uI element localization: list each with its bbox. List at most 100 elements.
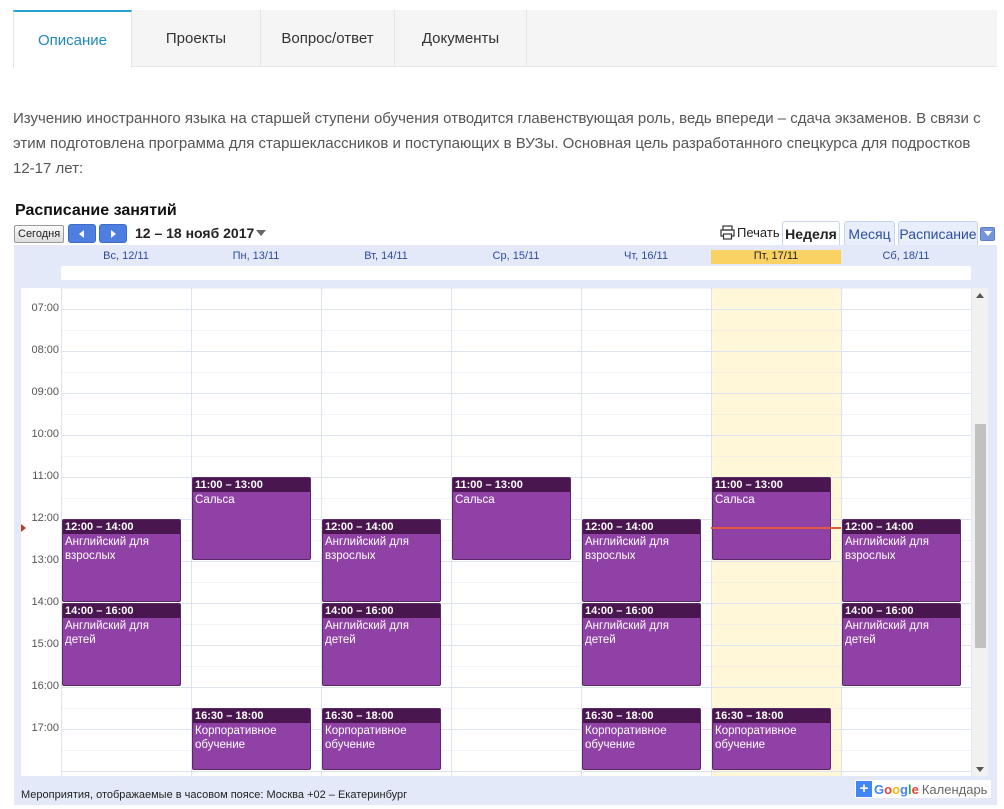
calendar-event[interactable]: 14:00 – 16:00 Английский для детей xyxy=(62,603,181,686)
printer-icon xyxy=(720,225,735,240)
calendar-event[interactable]: 12:00 – 14:00 Английский для взрослых xyxy=(62,519,181,602)
day-header[interactable]: Сб, 18/11 xyxy=(841,250,971,264)
current-time-line xyxy=(711,527,841,530)
description-text: Изучению иностранного языка на старшей с… xyxy=(13,110,981,177)
day-header[interactable]: Чт, 16/11 xyxy=(581,250,711,264)
event-title: Сальса xyxy=(195,494,235,506)
half-hour-line xyxy=(61,288,971,289)
tab-documents[interactable]: Документы xyxy=(395,10,527,67)
day-header[interactable]: Пн, 13/11 xyxy=(191,250,321,264)
hour-label: 14:00 xyxy=(31,596,59,608)
event-time: 16:30 – 18:00 xyxy=(323,709,440,723)
calendar-event[interactable]: 16:30 – 18:00 Корпоративное обучение xyxy=(192,708,311,770)
event-time: 16:30 – 18:00 xyxy=(713,709,830,723)
day-header[interactable]: Вт, 14/11 xyxy=(321,250,451,264)
event-time: 12:00 – 14:00 xyxy=(63,520,180,534)
hour-label: 07:00 xyxy=(31,302,59,314)
tab-bar: Описание Проекты Вопрос/ответ Документы xyxy=(13,10,997,68)
time-grid: 07:00 08:00 09:00 10:00 11:00 12:00 13:00 14:00… xyxy=(21,288,971,776)
hour-label: 09:00 xyxy=(31,386,59,398)
hour-label: 08:00 xyxy=(31,344,59,356)
tab-faq[interactable]: Вопрос/ответ xyxy=(261,10,395,67)
tab-description[interactable]: Описание xyxy=(13,10,132,68)
calendar-event[interactable]: 14:00 – 16:00 Английский для детей xyxy=(582,603,701,686)
calendar-event[interactable]: 14:00 – 16:00 Английский для детей xyxy=(842,603,961,686)
day-header[interactable]: Вс, 12/11 xyxy=(61,250,191,264)
half-hour-line xyxy=(61,666,971,667)
event-title: Сальса xyxy=(715,494,755,506)
tab-projects[interactable]: Проекты xyxy=(132,10,261,67)
today-button[interactable]: Сегодня xyxy=(14,225,65,243)
hour-label: 16:00 xyxy=(31,680,59,692)
calendar-event[interactable]: 12:00 – 14:00 Английский для взрослых xyxy=(322,519,441,602)
hour-label: 13:00 xyxy=(31,554,59,566)
calendar-event[interactable]: 16:30 – 18:00 Корпоративное обучение xyxy=(322,708,441,770)
hour-line xyxy=(61,771,971,772)
calendar-event[interactable]: 12:00 – 14:00 Английский для взрослых xyxy=(842,519,961,602)
print-button[interactable]: Печать xyxy=(720,225,780,240)
all-day-row xyxy=(61,266,971,280)
calendar-event[interactable]: 11:00 – 13:00 Сальса xyxy=(192,477,311,560)
event-time: 14:00 – 16:00 xyxy=(583,604,700,618)
chevron-left-icon xyxy=(79,229,84,238)
hour-line xyxy=(61,645,971,646)
event-time: 11:00 – 13:00 xyxy=(193,478,310,492)
event-time: 12:00 – 14:00 xyxy=(583,520,700,534)
event-time: 14:00 – 16:00 xyxy=(323,604,440,618)
view-dropdown-button[interactable] xyxy=(980,227,995,241)
next-week-button[interactable] xyxy=(99,224,127,243)
view-month-tab[interactable]: Месяц xyxy=(844,221,895,245)
prev-week-button[interactable] xyxy=(68,224,96,243)
calendar-event[interactable]: 12:00 – 14:00 Английский для взрослых xyxy=(582,519,701,602)
half-hour-line xyxy=(61,582,971,583)
event-time: 12:00 – 14:00 xyxy=(843,520,960,534)
google-calendar-badge[interactable]: + Google Календарь xyxy=(855,780,992,798)
view-week-tab[interactable]: Неделя xyxy=(782,221,840,245)
calendar-title: Расписание занятий xyxy=(15,202,177,219)
hour-label: 15:00 xyxy=(31,638,59,650)
calendar-event[interactable]: 11:00 – 13:00 Сальса xyxy=(712,477,831,560)
event-title: Корпоративное обучение xyxy=(195,725,277,751)
hour-line xyxy=(61,561,971,562)
view-agenda-tab[interactable]: Расписание xyxy=(898,221,978,245)
half-hour-line xyxy=(61,624,971,625)
chevron-right-icon xyxy=(111,229,116,238)
event-title: Английский для детей xyxy=(65,620,149,646)
hour-line xyxy=(61,393,971,394)
scroll-down-icon[interactable] xyxy=(972,762,988,776)
event-title: Корпоративное обучение xyxy=(715,725,797,751)
print-label: Печать xyxy=(737,225,780,240)
hour-label: 12:00 xyxy=(31,512,59,524)
calendar-event[interactable]: 14:00 – 16:00 Английский для детей xyxy=(322,603,441,686)
hour-label: 10:00 xyxy=(31,428,59,440)
date-picker-dropdown-icon[interactable] xyxy=(256,230,266,236)
event-title: Английский для взрослых xyxy=(845,536,929,562)
hour-line xyxy=(61,687,971,688)
hour-label: 11:00 xyxy=(32,470,59,482)
date-range: 12 – 18 нояб 2017 xyxy=(135,225,255,241)
hour-line xyxy=(61,435,971,436)
scroll-up-icon[interactable] xyxy=(972,288,988,302)
event-time: 12:00 – 14:00 xyxy=(323,520,440,534)
event-time: 16:30 – 18:00 xyxy=(583,709,700,723)
calendar-label: Календарь xyxy=(921,781,988,797)
event-title: Английский для детей xyxy=(325,620,409,646)
event-title: Корпоративное обучение xyxy=(325,725,407,751)
half-hour-line xyxy=(61,456,971,457)
hour-line xyxy=(61,309,971,310)
day-header[interactable]: Пт, 17/11 xyxy=(711,250,841,264)
event-title: Английский для взрослых xyxy=(325,536,409,562)
calendar-event[interactable]: 16:30 – 18:00 Корпоративное обучение xyxy=(582,708,701,770)
scrollbar-thumb[interactable] xyxy=(975,424,986,648)
event-time: 16:30 – 18:00 xyxy=(193,709,310,723)
hour-line xyxy=(61,603,971,604)
calendar-event[interactable]: 11:00 – 13:00 Сальса xyxy=(452,477,571,560)
event-time: 14:00 – 16:00 xyxy=(843,604,960,618)
event-title: Сальса xyxy=(455,494,495,506)
event-time: 11:00 – 13:00 xyxy=(453,478,570,492)
calendar-event[interactable]: 16:30 – 18:00 Корпоративное обучение xyxy=(712,708,831,770)
chevron-down-icon xyxy=(983,231,992,236)
google-logo: Google xyxy=(874,781,919,797)
event-title: Английский для детей xyxy=(845,620,929,646)
day-header[interactable]: Ср, 15/11 xyxy=(451,250,581,264)
